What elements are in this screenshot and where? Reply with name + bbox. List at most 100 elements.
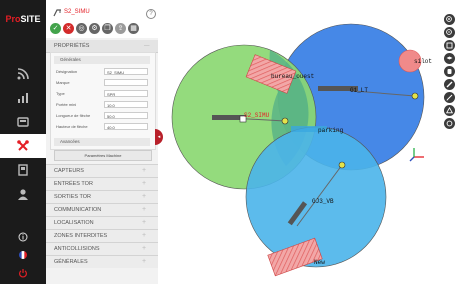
general-subsection-title: Générales [54, 56, 150, 64]
french-flag-icon [19, 251, 27, 259]
field-brand: Marque [54, 79, 150, 87]
min-range-input[interactable]: 10.0 [104, 101, 148, 108]
boom-height-input[interactable]: 40.0 [104, 123, 148, 130]
hand-icon [447, 69, 452, 74]
label-s2-simu: S2_SIMU [244, 112, 270, 119]
label-new: New [314, 259, 325, 266]
left-rail: ProSITE [0, 0, 46, 284]
section-localisation[interactable]: LOCALISATION + [46, 216, 158, 229]
rail-language-button[interactable] [0, 247, 46, 263]
type-input[interactable]: SPR [104, 90, 148, 97]
zoom-out-icon [446, 29, 452, 35]
chart-icon [18, 93, 28, 103]
rail-display-button[interactable] [0, 110, 46, 134]
properties-panel: S2_SIMU ? ✓ ✕ ◎ ⚙ ❐ ⇪ ▦ PROPRIÉTÉS — Gén… [46, 0, 158, 284]
info-icon [18, 232, 28, 242]
pan-button[interactable] [444, 66, 455, 77]
machine-parameters-button[interactable]: Paramètres Machine [54, 150, 152, 161]
export-button[interactable]: ⇪ [115, 23, 126, 34]
rail-device-button[interactable] [0, 158, 46, 182]
zoom-in-button[interactable] [444, 14, 455, 25]
properties-title: PROPRIÉTÉS [54, 43, 90, 49]
rail-tools-button[interactable] [0, 134, 46, 158]
device-name: S2_SIMU [64, 9, 90, 15]
designation-input[interactable]: S2_SIMU [104, 68, 148, 75]
expand-icon: + [142, 193, 147, 200]
map-canvas[interactable]: bureau_ouest silot G1_LT S2_SIMU parking… [158, 0, 459, 284]
grid-icon: ▦ [130, 25, 137, 32]
hook-gj3-vb[interactable] [338, 161, 346, 169]
copy-button[interactable]: ❐ [102, 23, 113, 34]
hook-s2-simu[interactable] [281, 117, 289, 125]
rail-signal-button[interactable] [0, 62, 46, 86]
field-label: Désignation [56, 69, 78, 74]
device-header: S2_SIMU ? ✓ ✕ ◎ ⚙ ❐ ⇪ ▦ [46, 0, 158, 38]
rail-chart-button[interactable] [0, 86, 46, 110]
device-icon [18, 164, 28, 176]
target-icon: ◎ [78, 25, 85, 32]
advanced-subsection-title: Avancées [54, 138, 150, 146]
field-designation: Désignation S2_SIMU [54, 68, 150, 76]
rail-power-button[interactable] [0, 265, 46, 281]
expand-icon: + [142, 167, 147, 174]
expand-icon: + [142, 180, 147, 187]
section-capteurs[interactable]: CAPTEURS + [46, 164, 158, 177]
edit-button[interactable] [444, 92, 455, 103]
field-type: Type SPR [54, 90, 150, 98]
ruler-button[interactable] [444, 79, 455, 90]
label-gj3-vb: GJ3_VB [312, 198, 334, 205]
warning-icon [445, 106, 454, 114]
pencil-icon [446, 94, 453, 101]
boom-length-input[interactable]: 50.0 [104, 112, 148, 119]
section-entrees-tor[interactable]: ENTRÉES TOR + [46, 177, 158, 190]
prosite-logo: ProSITE [5, 14, 41, 24]
validate-button[interactable]: ✓ [50, 23, 61, 34]
section-generales[interactable]: GÉNÉRALES + [46, 255, 158, 268]
rail-info-button[interactable] [0, 229, 46, 245]
section-anticollisions[interactable]: ANTICOLLISIONS + [46, 242, 158, 255]
section-zones-interdites[interactable]: ZONES INTERDITES + [46, 229, 158, 242]
field-boom-height: Hauteur de flèche 40.0 [54, 123, 150, 131]
power-icon [19, 269, 27, 278]
ruler-icon [446, 81, 453, 88]
section-sorties-tor[interactable]: SORTIES TOR + [46, 190, 158, 203]
section-communication[interactable]: COMMUNICATION + [46, 203, 158, 216]
layers-button[interactable] [444, 53, 455, 64]
layers-icon [446, 56, 453, 60]
fit-view-button[interactable] [444, 40, 455, 51]
field-label: Hauteur de flèche [56, 124, 88, 129]
expand-icon: + [142, 219, 147, 226]
field-label: Marque [56, 80, 70, 85]
expand-icon: + [142, 206, 147, 213]
warning-button[interactable] [444, 105, 455, 116]
expand-icon: + [142, 258, 147, 265]
zoom-out-button[interactable] [444, 27, 455, 38]
label-bureau-ouest: bureau_ouest [271, 73, 314, 80]
brand-input[interactable] [104, 79, 148, 86]
rail-users-button[interactable] [0, 182, 46, 206]
copy-icon: ❐ [104, 25, 111, 32]
refresh-button[interactable] [444, 118, 455, 129]
field-boom-length: Longueur de flèche 50.0 [54, 112, 150, 120]
app-window: ProSITE S2_SIMU ? ✓ ✕ ◎ ⚙ ❐ ⇪ ▦ PROPRIÉT… [0, 0, 459, 284]
fit-icon [446, 42, 453, 49]
settings-button[interactable]: ⚙ [89, 23, 100, 34]
users-icon [18, 189, 28, 200]
hook-g1-lt[interactable] [411, 92, 419, 100]
crane-icon [53, 9, 61, 17]
expand-icon: + [142, 232, 147, 239]
grid-button[interactable]: ▦ [128, 23, 139, 34]
field-label: Type [56, 91, 65, 96]
signal-icon [17, 68, 29, 80]
locate-button[interactable]: ◎ [76, 23, 87, 34]
site-map[interactable]: bureau_ouest silot G1_LT S2_SIMU parking… [158, 0, 459, 284]
tools-icon [17, 140, 29, 151]
field-label: Portée mini [56, 102, 77, 107]
zoom-in-icon [446, 16, 452, 22]
collapse-icon: — [144, 43, 150, 49]
delete-button[interactable]: ✕ [63, 23, 74, 34]
refresh-icon [446, 120, 453, 127]
display-icon [17, 117, 29, 127]
label-silot: silot [414, 58, 432, 65]
help-button[interactable]: ? [146, 9, 156, 19]
